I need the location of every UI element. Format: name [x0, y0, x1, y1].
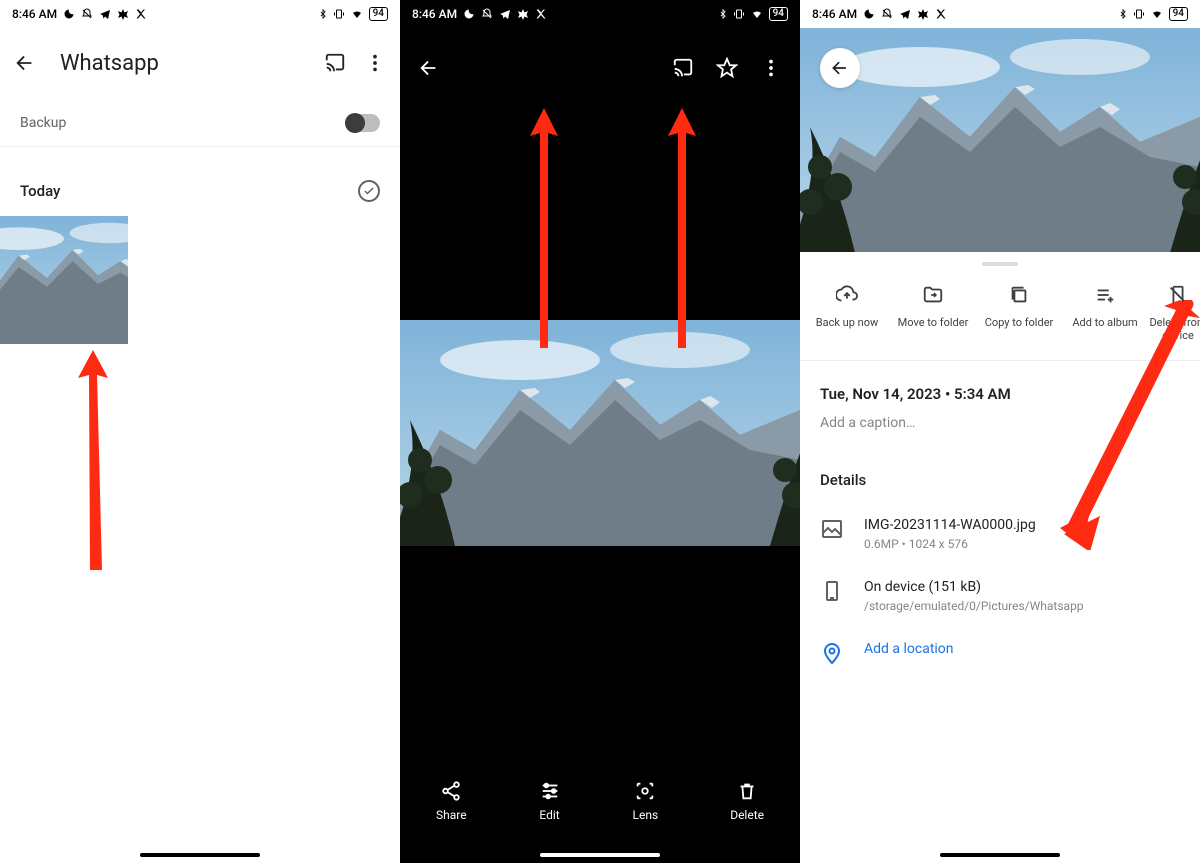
viewer-header: [400, 44, 800, 92]
phone-icon: [820, 579, 844, 603]
backup-now-button[interactable]: Back up now: [804, 284, 890, 342]
status-bar: 8:46 AM 94: [400, 0, 800, 28]
annotation-arrow: [78, 350, 108, 570]
details-heading: Details: [820, 471, 1180, 489]
backup-label: Backup: [20, 115, 66, 131]
wifi-icon: [750, 8, 764, 20]
battery-level: 94: [769, 7, 788, 21]
wifi-icon: [1150, 8, 1164, 20]
lens-button[interactable]: Lens: [633, 780, 659, 822]
cast-icon[interactable]: [672, 57, 694, 79]
telegram-icon: [99, 8, 111, 20]
battery-level: 94: [369, 7, 388, 21]
back-icon[interactable]: [14, 52, 36, 74]
status-bar: 8:46 AM 94: [800, 0, 1200, 28]
bluetooth-icon: [718, 8, 728, 20]
battery-level: 94: [1169, 7, 1188, 21]
status-time: 8:46 AM: [412, 7, 457, 21]
annotation-arrow: [668, 108, 696, 348]
more-icon[interactable]: [364, 52, 386, 74]
details-sheet: Back up now Move to folder Copy to folde…: [800, 252, 1200, 863]
moon-icon: [863, 8, 875, 20]
album-header: Whatsapp: [0, 38, 400, 88]
section-header: Today: [0, 170, 400, 212]
gesture-bar: [140, 853, 260, 857]
status-bar: 8:46 AM 94: [0, 0, 400, 28]
select-all-icon[interactable]: [358, 180, 380, 202]
file-dims: 0.6MP • 1024 x 576: [864, 537, 1180, 551]
wifi-icon: [350, 8, 364, 20]
storage-title: On device (151 kB): [864, 579, 1180, 595]
moon-icon: [63, 8, 75, 20]
pinwheel-icon: [517, 8, 529, 20]
photo-preview[interactable]: [800, 28, 1200, 252]
vibrate-icon: [333, 8, 345, 20]
location-icon: [820, 641, 844, 665]
gesture-bar: [540, 853, 660, 857]
file-details-row: IMG-20231114-WA0000.jpg 0.6MP • 1024 x 5…: [820, 517, 1180, 551]
star-icon[interactable]: [716, 57, 738, 79]
move-to-folder-button[interactable]: Move to folder: [890, 284, 976, 342]
back-icon[interactable]: [418, 57, 440, 79]
annotation-arrow: [530, 108, 558, 348]
vibrate-icon: [1133, 8, 1145, 20]
location-row[interactable]: Add a location: [820, 641, 1180, 665]
bluetooth-icon: [1118, 8, 1128, 20]
backup-toggle[interactable]: [346, 114, 380, 132]
x-icon: [135, 8, 147, 20]
image-icon: [820, 517, 844, 541]
photo-thumbnail[interactable]: [0, 216, 128, 344]
dnd-icon: [81, 8, 93, 20]
album-title: Whatsapp: [60, 51, 324, 76]
copy-to-folder-button[interactable]: Copy to folder: [976, 284, 1062, 342]
section-label: Today: [20, 182, 60, 200]
back-button[interactable]: [820, 48, 860, 88]
moon-icon: [463, 8, 475, 20]
add-to-album-button[interactable]: Add to album: [1062, 284, 1148, 342]
telegram-icon: [499, 8, 511, 20]
more-icon[interactable]: [760, 57, 782, 79]
pinwheel-icon: [117, 8, 129, 20]
dnd-icon: [481, 8, 493, 20]
file-name: IMG-20231114-WA0000.jpg: [864, 517, 1180, 533]
x-icon: [935, 8, 947, 20]
sheet-handle[interactable]: [982, 262, 1018, 266]
album-view-pane: 8:46 AM 94 Whatsapp Backup Today: [0, 0, 400, 863]
delete-button[interactable]: Delete: [730, 780, 764, 822]
storage-path: /storage/emulated/0/Pictures/Whatsapp: [864, 599, 1180, 613]
caption-input[interactable]: Add a caption…: [820, 415, 1180, 431]
photo-full[interactable]: [400, 320, 800, 546]
delete-from-device-button[interactable]: Delete from device: [1148, 284, 1200, 342]
viewer-bottom-bar: Share Edit Lens Delete: [400, 769, 800, 833]
status-time: 8:46 AM: [12, 7, 57, 21]
action-row: Back up now Move to folder Copy to folde…: [800, 278, 1200, 361]
status-time: 8:46 AM: [812, 7, 857, 21]
dnd-icon: [881, 8, 893, 20]
photo-details-pane: 8:46 AM 94 Back up now Move: [800, 0, 1200, 863]
pinwheel-icon: [917, 8, 929, 20]
storage-details-row: On device (151 kB) /storage/emulated/0/P…: [820, 579, 1180, 613]
backup-row: Backup: [0, 100, 400, 147]
gesture-bar: [940, 853, 1060, 857]
bluetooth-icon: [318, 8, 328, 20]
telegram-icon: [899, 8, 911, 20]
share-button[interactable]: Share: [436, 780, 467, 822]
cast-icon[interactable]: [324, 52, 346, 74]
vibrate-icon: [733, 8, 745, 20]
photo-date: Tue, Nov 14, 2023 • 5:34 AM: [820, 385, 1180, 403]
photo-viewer-pane: 8:46 AM 94 Share: [400, 0, 800, 863]
x-icon: [535, 8, 547, 20]
add-location-label: Add a location: [864, 641, 1180, 657]
edit-button[interactable]: Edit: [539, 780, 561, 822]
